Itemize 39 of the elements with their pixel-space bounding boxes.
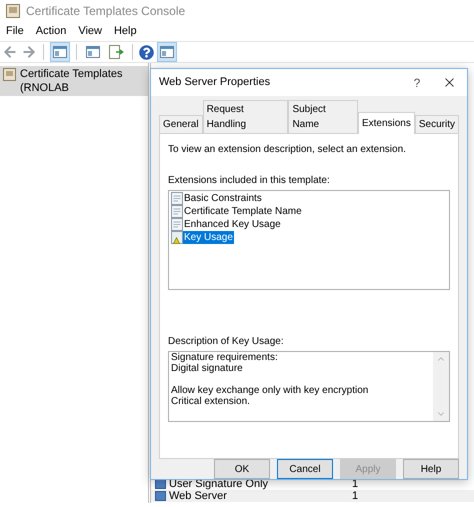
forward-arrow-icon[interactable]	[21, 44, 37, 60]
certificate-icon	[170, 218, 183, 232]
help-icon[interactable]	[139, 44, 154, 60]
tab[interactable]: Extensions	[358, 112, 415, 134]
template-icon	[155, 479, 166, 489]
templates-folder-icon	[3, 68, 16, 81]
template-icon	[155, 491, 166, 501]
show-tree-icon[interactable]	[50, 42, 70, 62]
help-button[interactable]: ?	[402, 74, 432, 92]
certificate-warning-icon	[170, 231, 183, 244]
menu-item[interactable]: File	[2, 23, 28, 40]
dialog-button[interactable]: OK	[214, 459, 270, 479]
tab[interactable]: Request Handling	[202, 100, 288, 134]
extension-item[interactable]: Basic Constraints	[183, 192, 263, 206]
instruction-text: To view an extension description, select an extension.	[168, 143, 407, 158]
dialog-button[interactable]: Cancel	[277, 459, 333, 479]
tab[interactable]: Security	[414, 115, 459, 134]
tab[interactable]: Subject Name	[288, 100, 358, 134]
action-pane-icon[interactable]	[157, 42, 177, 62]
console-app-icon	[6, 4, 20, 18]
certificate-icon	[170, 205, 183, 218]
extensions-list[interactable]: Basic Constraints Certificate Template Name Enhanced Key Usage Key Usage	[168, 190, 450, 290]
extension-item[interactable]: Certificate Template Name	[183, 205, 303, 218]
export-list-icon[interactable]	[106, 42, 126, 62]
window-title: Certificate Templates Console	[26, 3, 186, 20]
menu-item[interactable]: Help	[110, 23, 141, 40]
dialog-button[interactable]: Help	[403, 459, 459, 479]
extension-item[interactable]: Key Usage	[183, 231, 234, 244]
extensions-label: Extensions included in this template:	[168, 174, 331, 188]
extension-item[interactable]: Enhanced Key Usage	[183, 218, 282, 232]
menu-item[interactable]: View	[74, 23, 106, 40]
tab[interactable]: General	[159, 115, 203, 134]
certificate-icon	[170, 192, 183, 206]
description-label: Description of Key Usage:	[168, 335, 285, 350]
tree-item[interactable]: Certificate Templates (RNOLAB	[0, 66, 148, 96]
template-name: Web Server	[169, 490, 228, 502]
dialog-title: Web Server Properties	[159, 75, 272, 90]
menu-item[interactable]: Action	[32, 23, 70, 40]
template-version: 1	[352, 490, 358, 502]
